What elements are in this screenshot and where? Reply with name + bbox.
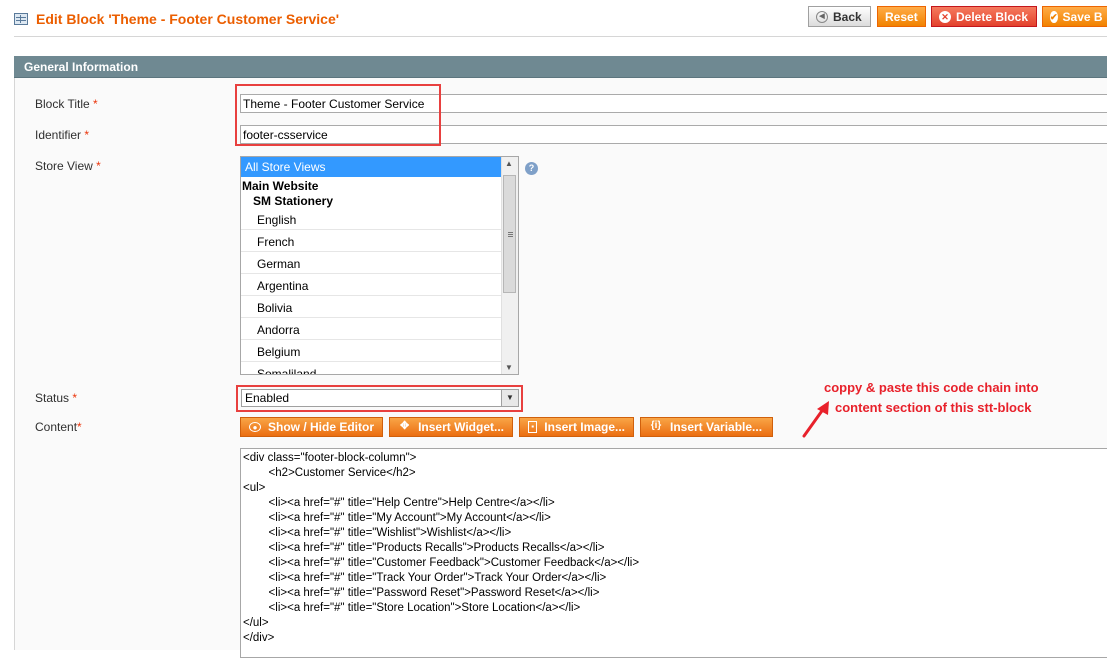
page-title: Edit Block 'Theme - Footer Customer Serv… [36, 11, 340, 27]
code-line: </div> [243, 632, 275, 644]
show-hide-editor-button[interactable]: ● Show / Hide Editor [240, 417, 383, 437]
content-textarea[interactable]: <div class="footer-block-column"> <h2>Cu… [240, 448, 1107, 658]
annotation-arrow-icon [802, 401, 829, 438]
save-check-icon: ✔ [1050, 10, 1058, 23]
code-line: <h2>Customer Service</h2> [243, 467, 416, 479]
highlight-box-status [236, 385, 523, 412]
status-label: Status * [35, 391, 78, 405]
identifier-label: Identifier * [35, 128, 90, 142]
option-andorra[interactable]: Andorra [241, 319, 503, 340]
code-line: <li><a href="#" title="Store Location">S… [243, 602, 581, 614]
delete-block-button[interactable]: ✕ Delete Block [931, 6, 1037, 27]
option-all-store-views[interactable]: All Store Views [241, 157, 503, 177]
option-french[interactable]: French [241, 231, 503, 252]
back-button[interactable]: ◀ Back [808, 6, 871, 27]
highlight-box-title-identifier [235, 84, 441, 146]
code-line: <div class="footer-block-column"> [243, 452, 417, 464]
code-line: <li><a href="#" title="Customer Feedback… [243, 557, 640, 569]
page-header: Edit Block 'Theme - Footer Customer Serv… [14, 8, 339, 30]
scrollbar-thumb[interactable] [503, 175, 516, 293]
help-icon[interactable]: ? [525, 162, 538, 175]
image-icon: ▪ [528, 421, 538, 433]
insert-widget-button[interactable]: ✥ Insert Widget... [389, 417, 513, 437]
annotation-line-1: coppy & paste this code chain into [824, 380, 1039, 395]
save-button-label: Save B [1062, 9, 1103, 24]
scroll-down-icon[interactable]: ▼ [505, 363, 513, 372]
back-arrow-icon: ◀ [816, 10, 828, 23]
option-belgium[interactable]: Belgium [241, 341, 503, 362]
section-header: General Information [14, 56, 1107, 78]
code-line: <li><a href="#" title="Track Your Order"… [243, 572, 607, 584]
code-line: <li><a href="#" title="Products Recalls"… [243, 542, 605, 554]
annotation-note: coppy & paste this code chain into conte… [824, 378, 1039, 418]
annotation-line-2: content section of this stt-block [835, 400, 1032, 415]
optgroup-sm-stationery: SM Stationery [253, 194, 334, 208]
store-view-label: Store View * [35, 159, 101, 173]
grip-icon [508, 232, 513, 233]
section-title: General Information [24, 60, 139, 74]
variable-icon: {i} [650, 420, 662, 431]
code-line: <li><a href="#" title="Help Centre">Help… [243, 497, 555, 509]
option-argentina[interactable]: Argentina [241, 275, 503, 296]
store-view-scrollbar[interactable]: ▲ ▼ [501, 157, 518, 374]
store-view-multiselect[interactable]: All Store Views Main Website SM Statione… [240, 156, 519, 375]
option-somaliland[interactable]: Somaliland [241, 363, 503, 374]
delete-icon: ✕ [939, 10, 951, 23]
save-block-button[interactable]: ✔ Save B [1042, 6, 1107, 27]
block-title-label: Block Title * [35, 97, 98, 111]
option-german[interactable]: German [241, 253, 503, 274]
code-line: </ul> [243, 617, 269, 629]
code-line: <li><a href="#" title="My Account">My Ac… [243, 512, 551, 524]
code-line: <li><a href="#" title="Wishlist">Wishlis… [243, 527, 512, 539]
widget-icon: ✥ [399, 420, 410, 432]
scroll-up-icon[interactable]: ▲ [505, 159, 513, 168]
eye-icon: ● [249, 422, 261, 432]
header-divider [14, 36, 1107, 37]
content-label: Content* [35, 420, 82, 434]
grid-icon [14, 13, 28, 25]
option-bolivia[interactable]: Bolivia [241, 297, 503, 318]
insert-variable-button[interactable]: {i} Insert Variable... [640, 417, 773, 437]
insert-image-button[interactable]: ▪ Insert Image... [519, 417, 634, 437]
back-button-label: Back [833, 9, 862, 24]
option-english[interactable]: English [241, 209, 503, 230]
code-line: <ul> [243, 482, 266, 494]
reset-button[interactable]: Reset [877, 6, 926, 27]
code-line: <li><a href="#" title="Password Reset">P… [243, 587, 600, 599]
optgroup-main-website: Main Website [242, 179, 319, 193]
reset-button-label: Reset [885, 9, 918, 24]
delete-button-label: Delete Block [956, 9, 1029, 24]
